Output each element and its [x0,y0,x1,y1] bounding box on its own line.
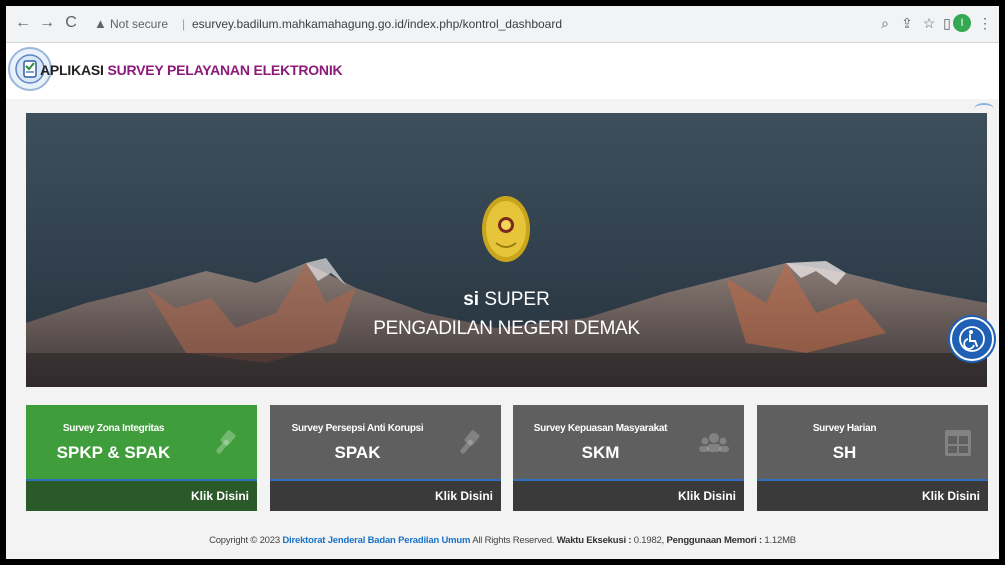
klik-disini-link[interactable]: Klik Disini [191,489,249,503]
card-header: Survey Zona Integritas SPKP & SPAK [26,405,257,479]
card-kepuasan-masyarakat[interactable]: Survey Kepuasan Masyarakat SKM Klik Disi… [513,405,744,511]
browser-window: ← → C ▲ Not secure | esurvey.badilum.mah… [6,6,999,559]
card-code: SH [832,443,857,462]
memory-value: 1.12MB [764,535,796,546]
card-label: Survey Kepuasan Masyarakat [533,423,668,434]
reload-icon[interactable]: C [60,12,82,34]
security-label: Not secure [110,17,169,31]
accessibility-icon [959,326,985,352]
accessibility-button[interactable] [950,317,994,361]
grid-icon [942,427,974,459]
court-emblem-icon [481,195,531,267]
card-header: Survey Kepuasan Masyarakat SKM [513,405,744,479]
card-survey-harian[interactable]: Survey Harian SH Klik Disini [757,405,988,511]
card-label: Survey Harian [812,423,877,434]
hero-subtitle: PENGADILAN NEGERI DEMAK [373,318,640,339]
gavel-icon [211,427,243,459]
card-code: SKM [581,443,620,462]
card-persepsi-anti-korupsi[interactable]: Survey Persepsi Anti Korupsi SPAK Klik D… [270,405,501,511]
card-zona-integritas[interactable]: Survey Zona Integritas SPKP & SPAK Klik … [26,405,257,511]
hero-title-rest: SUPER [484,289,550,310]
browser-toolbar: ← → C ▲ Not secure | esurvey.badilum.mah… [6,6,999,43]
card-code: SPAK [334,443,381,462]
rights-text: All Rights Reserved. [472,535,555,546]
warning-icon: ▲ [94,16,107,31]
url-text[interactable]: esurvey.badilum.mahkamahagung.go.id/inde… [192,11,562,37]
page-footer: Copyright © 2023 Direktorat Jenderal Bad… [6,535,999,546]
copyright-text: Copyright © 2023 [209,535,280,546]
exec-value: 0.1982, [633,535,665,546]
klik-disini-link[interactable]: Klik Disini [435,489,493,503]
users-icon [698,427,730,459]
brand-prefix: APLIKASI [40,62,104,78]
card-label: Survey Persepsi Anti Korupsi [291,423,424,434]
hero-title-bold: si [463,289,480,310]
card-label: Survey Zona Integritas [62,423,165,434]
app-brand[interactable]: APLIKASI SURVEY PELAYANAN ELEKTRONIK [40,62,343,78]
main-content: si SUPER PENGADILAN NEGERI DEMAK Survey … [6,99,999,559]
profile-avatar[interactable]: I [953,14,971,32]
hero-title: si SUPER [26,289,987,311]
zoom-icon[interactable]: ⌕ [874,12,896,34]
menu-kebab-icon[interactable]: ⋮ [974,12,996,34]
exec-label: Waktu Eksekusi : [556,535,632,546]
card-footer: Klik Disini [270,479,501,511]
address-separator: | [182,17,186,31]
card-header: Survey Harian SH [757,405,988,479]
card-footer: Klik Disini [757,479,988,511]
back-arrow-icon[interactable]: ← [12,12,34,34]
klik-disini-link[interactable]: Klik Disini [678,489,736,503]
card-header: Survey Persepsi Anti Korupsi SPAK [270,405,501,479]
memory-label: Penggunaan Memori : [666,535,763,546]
gavel-icon [455,427,487,459]
hero-banner: si SUPER PENGADILAN NEGERI DEMAK [26,113,987,387]
brand-name: SURVEY PELAYANAN ELEKTRONIK [107,62,343,78]
card-footer: Klik Disini [513,479,744,511]
org-link[interactable]: Direktorat Jenderal Badan Peradilan Umum [282,535,470,546]
share-icon[interactable]: ⇪ [896,12,918,34]
klik-disini-link[interactable]: Klik Disini [922,489,980,503]
card-footer: Klik Disini [26,479,257,511]
site-header: APLIKASI SURVEY PELAYANAN ELEKTRONIK [6,43,999,99]
forward-arrow-icon[interactable]: → [36,12,58,34]
card-code: SPKP & SPAK [56,443,171,462]
address-bar[interactable]: ▲ Not secure | esurvey.badilum.mahkamaha… [88,11,888,37]
